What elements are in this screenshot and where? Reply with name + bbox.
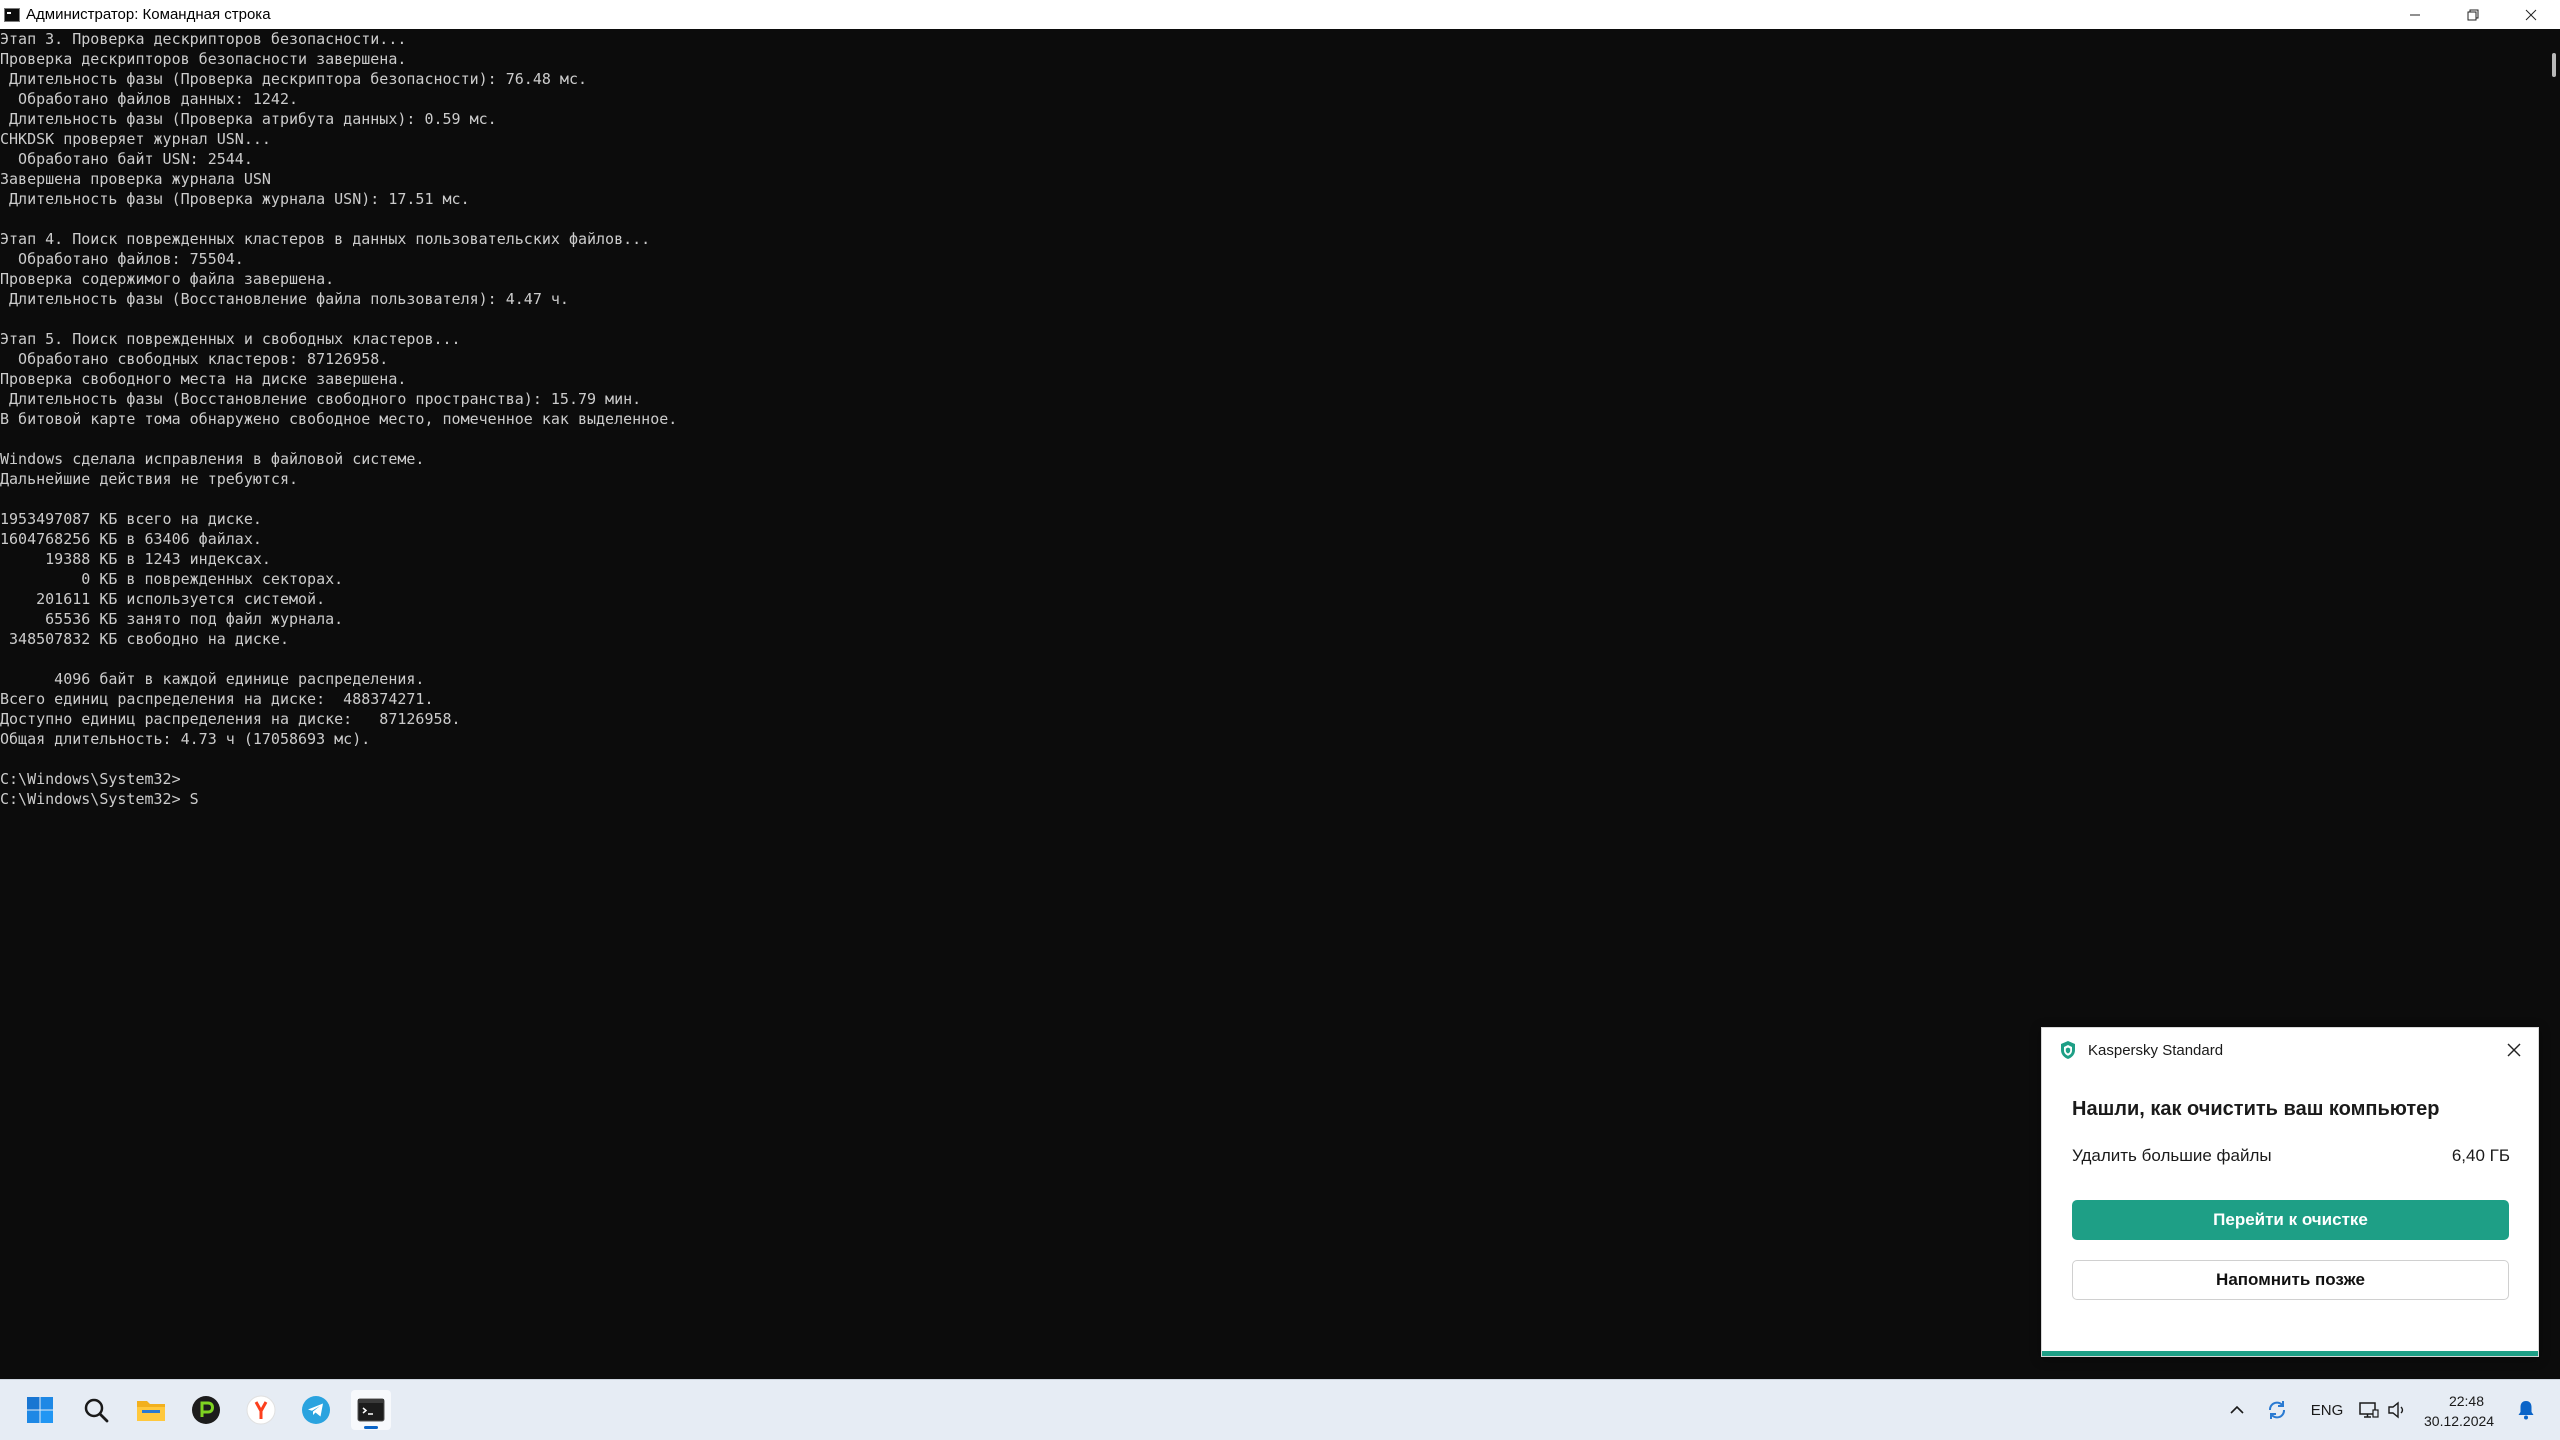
- clock-date: 30.12.2024: [2424, 1413, 2495, 1429]
- terminal-icon: [357, 1398, 385, 1422]
- taskbar-clock[interactable]: 22:48 30.12.2024: [2424, 1391, 2495, 1431]
- restore-button[interactable]: [2444, 0, 2502, 29]
- taskbar-terminal[interactable]: [351, 1390, 391, 1430]
- chevron-up-icon: [2230, 1405, 2244, 1414]
- remind-later-button[interactable]: Напомнить позже: [2072, 1260, 2509, 1300]
- p-app-icon: [192, 1396, 220, 1424]
- minimize-icon: [2410, 14, 2420, 15]
- close-button[interactable]: [2502, 0, 2560, 29]
- console-line: Этап 5. Поиск поврежденных и свободных к…: [0, 330, 461, 348]
- console-line: Проверка свободного места на диске завер…: [0, 370, 407, 388]
- taskbar-telegram[interactable]: [296, 1390, 336, 1430]
- console-line: Длительность фазы (Проверка атрибута дан…: [0, 110, 497, 128]
- console-line: Длительность фазы (Проверка журнала USN)…: [0, 190, 470, 208]
- console-line: 201611 КБ используется системой.: [0, 590, 326, 608]
- taskbar-p-app[interactable]: [186, 1390, 226, 1430]
- language-indicator[interactable]: ENG: [2308, 1398, 2346, 1422]
- taskbar-yandex-browser[interactable]: [241, 1390, 281, 1430]
- kaspersky-notification: Kaspersky Standard Нашли, как очистить в…: [2041, 1027, 2539, 1357]
- console-line: Этап 4. Поиск поврежденных кластеров в д…: [0, 230, 651, 248]
- console-scrollbar[interactable]: [2540, 29, 2560, 1379]
- notification-progress-bar: [2042, 1351, 2538, 1356]
- scrollbar-thumb[interactable]: [2552, 53, 2556, 77]
- tray-network-button[interactable]: [2358, 1398, 2380, 1422]
- notification-item-label: Удалить большие файлы: [2072, 1146, 2272, 1165]
- console-icon: [4, 7, 20, 22]
- network-icon: [2359, 1402, 2379, 1418]
- close-icon: [2507, 1043, 2521, 1057]
- minimize-button[interactable]: [2386, 0, 2444, 29]
- console-text: Этап 3. Проверка дескрипторов безопаснос…: [0, 29, 677, 809]
- restore-icon: [2467, 9, 2479, 20]
- taskbar-search-button[interactable]: [76, 1390, 116, 1430]
- console-line: Всего единиц распределения на диске: 488…: [0, 690, 434, 708]
- taskbar: ENG 22:48 30.12.2024: [0, 1379, 2560, 1440]
- start-icon: [27, 1397, 53, 1423]
- console-line: Длительность фазы (Проверка дескриптора …: [0, 70, 587, 88]
- window-title-bar[interactable]: Администратор: Командная строка: [0, 0, 2560, 29]
- show-hidden-icons-button[interactable]: [2226, 1398, 2248, 1422]
- console-line: C:\Windows\System32>: [0, 770, 181, 788]
- console-line: Обработано свободных кластеров: 87126958…: [0, 350, 389, 368]
- console-line: 4096 байт в каждой единице распределения…: [0, 670, 425, 688]
- console-line: 1953497087 КБ всего на диске.: [0, 510, 262, 528]
- console-line: 0 КБ в поврежденных секторах.: [0, 570, 344, 588]
- telegram-icon: [302, 1396, 330, 1424]
- notification-title: Нашли, как очистить ваш компьютер: [2072, 1098, 2440, 1120]
- console-line: Этап 3. Проверка дескрипторов безопаснос…: [0, 30, 407, 48]
- taskbar-file-explorer[interactable]: [131, 1390, 171, 1430]
- close-icon: [2525, 9, 2537, 20]
- active-app-indicator: [364, 1426, 378, 1429]
- console-line: Windows сделала исправления в файловой с…: [0, 450, 425, 468]
- console-line: Длительность фазы (Восстановление файла …: [0, 290, 569, 308]
- file-explorer-icon: [137, 1401, 165, 1421]
- console-line: CHKDSK проверяет журнал USN...: [0, 130, 271, 148]
- bell-icon: [2518, 1401, 2534, 1420]
- start-button[interactable]: [20, 1390, 60, 1430]
- sync-icon: [2269, 1401, 2285, 1419]
- console-line: Общая длительность: 4.73 ч (17058693 мс)…: [0, 730, 371, 748]
- clock-time: 22:48: [2448, 1393, 2484, 1409]
- yandex-browser-icon: [246, 1395, 276, 1425]
- console-line: Длительность фазы (Восстановление свобод…: [0, 390, 642, 408]
- notification-item-row: Удалить большие файлы 6,40 ГБ: [2072, 1146, 2510, 1166]
- console-line: 1604768256 КБ в 63406 файлах.: [0, 530, 262, 548]
- console-line: Дальнейшие действия не требуются.: [0, 470, 299, 488]
- console-line: Проверка дескрипторов безопасности завер…: [0, 50, 407, 68]
- notification-close-button[interactable]: [2502, 1038, 2526, 1062]
- volume-icon: [2388, 1401, 2404, 1419]
- console-line: В битовой карте тома обнаружено свободно…: [0, 410, 678, 428]
- console-line: 348507832 КБ свободно на диске.: [0, 630, 289, 648]
- console-line: 19388 КБ в 1243 индексах.: [0, 550, 271, 568]
- notification-app-name: Kaspersky Standard: [2088, 1041, 2224, 1059]
- search-icon: [84, 1398, 109, 1423]
- notifications-button[interactable]: [2514, 1398, 2538, 1422]
- console-line: Доступно единиц распределения на диске: …: [0, 710, 461, 728]
- console-line: Проверка содержимого файла завершена.: [0, 270, 335, 288]
- console-line: Обработано файлов: 75504.: [0, 250, 244, 268]
- window-title: Администратор: Командная строка: [26, 6, 271, 23]
- kaspersky-shield-icon: [2061, 1041, 2075, 1059]
- tray-sync-button[interactable]: [2264, 1398, 2290, 1422]
- console-line: Обработано байт USN: 2544.: [0, 150, 253, 168]
- console-line: 65536 КБ занято под файл журнала.: [0, 610, 344, 628]
- notification-item-value: 6,40 ГБ: [2451, 1146, 2510, 1165]
- console-line: C:\Windows\System32> S: [0, 790, 199, 808]
- tray-volume-button[interactable]: [2386, 1398, 2408, 1422]
- go-to-cleanup-button[interactable]: Перейти к очистке: [2072, 1200, 2509, 1240]
- console-line: Завершена проверка журнала USN: [0, 170, 271, 188]
- console-line: Обработано файлов данных: 1242.: [0, 90, 299, 108]
